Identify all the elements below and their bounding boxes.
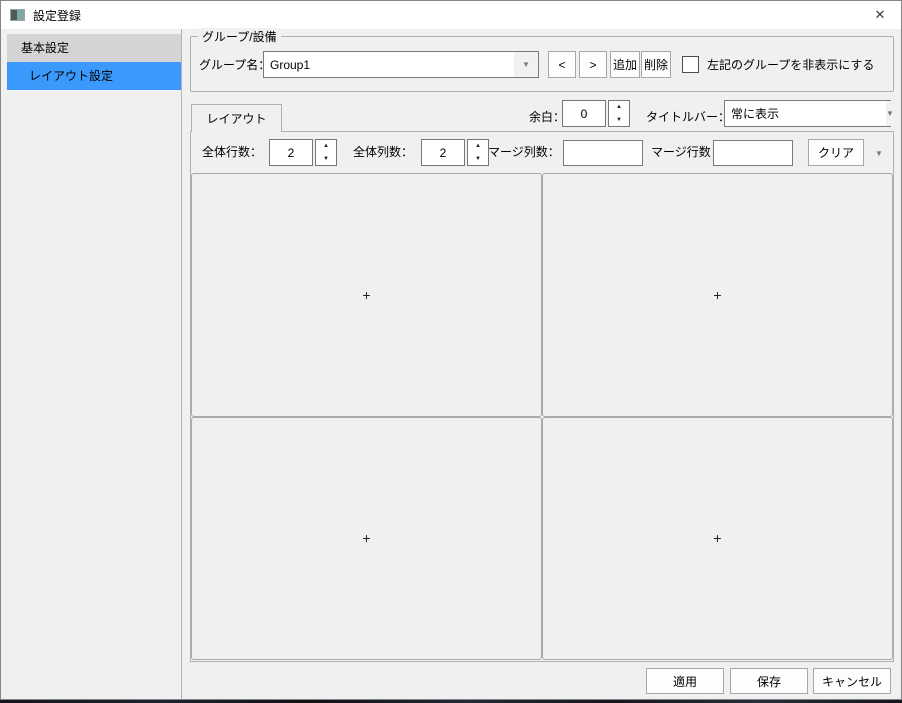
group-name-combobox[interactable]: ▼: [263, 51, 539, 78]
cancel-button[interactable]: キャンセル: [813, 668, 891, 694]
total-rows-spinner: ▲ ▼: [269, 139, 337, 166]
total-rows-spin-buttons: ▲ ▼: [315, 139, 337, 166]
spin-up-icon[interactable]: ▲: [316, 140, 336, 153]
total-cols-spinner: ▲ ▼: [421, 139, 489, 166]
hide-group-checkbox-label: 左記のグループを非表示にする: [707, 37, 874, 93]
apply-button[interactable]: 適用: [646, 668, 724, 694]
margin-spinner: ▲ ▼: [562, 100, 630, 127]
close-icon[interactable]: ✕: [859, 1, 901, 29]
group-delete-button[interactable]: 削除: [641, 51, 671, 78]
spin-down-icon[interactable]: ▼: [609, 114, 629, 127]
margin-label: 余白：: [529, 104, 565, 131]
layout-tab-panel: 全体行数： ▲ ▼ 全体列数： ▲ ▼ マージ列数： ▼: [190, 131, 894, 662]
chevron-down-icon[interactable]: ▼: [886, 101, 894, 126]
margin-spin-buttons: ▲ ▼: [608, 100, 630, 127]
group-next-button[interactable]: >: [579, 51, 607, 78]
titlebar-mode-combobox[interactable]: ▼: [724, 100, 891, 127]
titlebar-mode-value[interactable]: [725, 101, 886, 126]
total-rows-input[interactable]: [269, 139, 313, 166]
total-cols-label: 全体列数：: [353, 139, 413, 166]
merge-rows-label: マージ行数：: [651, 139, 723, 166]
merge-cols-label: マージ列数：: [488, 139, 560, 166]
screen: 設定登録 ✕ 基本設定 レイアウト設定 グループ/設備 グループ名： ▼ < >…: [0, 0, 902, 703]
sidebar-item-layout-settings[interactable]: レイアウト設定: [7, 62, 181, 90]
settings-sidebar: 基本設定 レイアウト設定: [1, 29, 182, 699]
hide-group-checkbox[interactable]: [682, 56, 699, 73]
add-plus-icon: +: [362, 530, 370, 546]
merge-cols-combobox[interactable]: ▼: [563, 140, 643, 166]
add-plus-icon: +: [713, 287, 721, 303]
chevron-down-icon[interactable]: ▼: [514, 52, 538, 77]
group-name-input[interactable]: [264, 52, 514, 77]
chevron-down-icon[interactable]: ▼: [875, 141, 883, 165]
titlebar-mode-label: タイトルバー：: [646, 104, 730, 131]
tab-layout[interactable]: レイアウト: [191, 104, 282, 132]
spin-up-icon[interactable]: ▲: [468, 140, 488, 153]
group-name-label: グループ名：: [199, 37, 270, 93]
margin-input[interactable]: [562, 100, 606, 127]
layout-grid-cell[interactable]: +: [191, 173, 542, 417]
group-equipment-groupbox: グループ/設備 グループ名： ▼ < > 追加 削除 左記のグループを非表示にす…: [190, 36, 894, 92]
layout-grid: + + + +: [191, 173, 893, 660]
save-button[interactable]: 保存: [730, 668, 808, 694]
spin-down-icon[interactable]: ▼: [468, 153, 488, 166]
add-plus-icon: +: [713, 530, 721, 546]
group-prev-button[interactable]: <: [548, 51, 576, 78]
total-rows-label: 全体行数：: [202, 139, 262, 166]
total-cols-spin-buttons: ▲ ▼: [467, 139, 489, 166]
spin-up-icon[interactable]: ▲: [609, 101, 629, 114]
group-add-button[interactable]: 追加: [610, 51, 640, 78]
add-plus-icon: +: [362, 287, 370, 303]
layout-grid-cell[interactable]: +: [542, 417, 893, 661]
clear-button[interactable]: クリア: [808, 139, 864, 166]
spin-down-icon[interactable]: ▼: [316, 153, 336, 166]
layout-grid-cell[interactable]: +: [191, 417, 542, 661]
app-window-icon: [10, 9, 25, 21]
window-title: 設定登録: [33, 7, 81, 24]
layout-grid-cell[interactable]: +: [542, 173, 893, 417]
merge-rows-combobox[interactable]: ▼: [713, 140, 793, 166]
total-cols-input[interactable]: [421, 139, 465, 166]
settings-registration-window: 設定登録 ✕ 基本設定 レイアウト設定 グループ/設備 グループ名： ▼ < >…: [0, 0, 902, 700]
sidebar-item-basic-settings[interactable]: 基本設定: [7, 34, 181, 62]
window-titlebar: 設定登録 ✕: [1, 1, 901, 29]
